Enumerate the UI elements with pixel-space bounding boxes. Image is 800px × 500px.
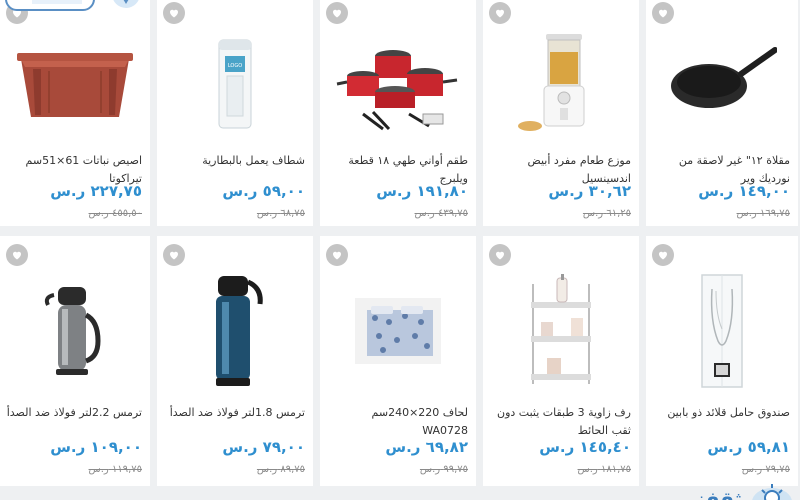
product-old-price: ٤٥٥,٥٠ ر.س	[88, 208, 142, 219]
product-image-cookware[interactable]	[320, 24, 476, 144]
product-grid: اصيص نباتات 61×51سم تيراكوتا ٢٢٧,٧٥ ر.س …	[0, 0, 800, 500]
product-old-price: ٤٣٩,٧٥ ر.س	[414, 208, 468, 219]
product-price: ٥٩,٨١ ر.س	[707, 438, 790, 456]
product-card[interactable]: رف زاوية 3 طبقات يثبت دون ثقب الحائط ١٤٥…	[483, 236, 639, 486]
wishlist-heart-icon[interactable]	[6, 244, 28, 266]
product-price: ١٤٥,٤٠ ر.س	[539, 438, 631, 456]
product-image-thermos-blue[interactable]	[157, 266, 313, 396]
wishlist-heart-icon[interactable]	[489, 244, 511, 266]
watermark-text: ثقفني	[677, 487, 742, 500]
wishlist-heart-icon[interactable]	[489, 2, 511, 24]
product-card[interactable]: صندوق حامل قلائد ذو بابين ٥٩,٨١ ر.س ٧٩,٧…	[646, 236, 798, 486]
wishlist-heart-icon[interactable]	[163, 2, 185, 24]
product-old-price: ٦٨,٧٥ ر.س	[256, 208, 305, 219]
product-card[interactable]: ترمس 2.2لتر فولاذ ضد الصدأ ١٠٩,٠٠ ر.س ١١…	[0, 236, 150, 486]
product-card[interactable]: اصيص نباتات 61×51سم تيراكوتا ٢٢٧,٧٥ ر.س …	[0, 0, 150, 226]
product-old-price: ٩٩,٧٥ ر.س	[419, 464, 468, 475]
product-old-price: ١٦٩,٧٥ ر.س	[736, 208, 790, 219]
watermark-logo-top	[2, 0, 152, 14]
product-price: ٧٩,٠٠ ر.س	[222, 438, 305, 456]
watermark-logo-bottom: ثقفني	[624, 480, 794, 500]
product-card[interactable]: مقلاة ١٢" غير لاصقة من نورديك وير ١٤٩,٠٠…	[646, 0, 798, 226]
product-price: ١٠٩,٠٠ ر.س	[50, 438, 142, 456]
wishlist-heart-icon[interactable]	[652, 2, 674, 24]
product-old-price: ٦١,٢٥ ر.س	[582, 208, 631, 219]
product-image-quilt[interactable]	[320, 266, 476, 396]
product-name[interactable]: ترمس 1.8لتر فولاذ ضد الصدأ	[163, 404, 305, 422]
svg-text:LOGO: LOGO	[228, 63, 242, 69]
product-card[interactable]: لحاف 220×240سم WA0728 ٦٩,٨٢ ر.س ٩٩,٧٥ ر.…	[320, 236, 476, 486]
lightbulb-icon	[761, 484, 783, 500]
wishlist-heart-icon[interactable]	[163, 244, 185, 266]
product-name[interactable]: لحاف 220×240سم WA0728	[326, 404, 468, 440]
product-price: ٣٠,٦٢ ر.س	[548, 182, 631, 200]
wishlist-heart-icon[interactable]	[652, 244, 674, 266]
product-name[interactable]: رف زاوية 3 طبقات يثبت دون ثقب الحائط	[489, 404, 631, 440]
product-card[interactable]: موزع طعام مفرد أبيض اندسينسيل ٣٠,٦٢ ر.س …	[483, 0, 639, 226]
product-price: ٢٢٧,٧٥ ر.س	[50, 182, 142, 200]
wishlist-heart-icon[interactable]	[326, 2, 348, 24]
product-image-corner-shelf[interactable]	[483, 266, 639, 396]
product-image-frying-pan[interactable]	[646, 24, 798, 144]
product-old-price: ٧٩,٧٥ ر.س	[741, 464, 790, 475]
product-image-thermos-steel[interactable]	[0, 266, 150, 396]
product-old-price: ٨٩,٧٥ ر.س	[256, 464, 305, 475]
product-price: ٦٩,٨٢ ر.س	[385, 438, 468, 456]
product-old-price: ١١٩,٧٥ ر.س	[88, 464, 142, 475]
product-price: ١٩١,٨٠ ر.س	[376, 182, 468, 200]
product-price: ٥٩,٠٠ ر.س	[222, 182, 305, 200]
product-card[interactable]: طقم أواني طهي ١٨ قطعة ويلبرج ١٩١,٨٠ ر.س …	[320, 0, 476, 226]
product-name[interactable]: صندوق حامل قلائد ذو بابين	[652, 404, 790, 422]
product-image-dispenser[interactable]	[483, 24, 639, 144]
product-price: ١٤٩,٠٠ ر.س	[698, 182, 790, 200]
product-image-bidet[interactable]: LOGO	[157, 24, 313, 144]
product-name[interactable]: شطاف يعمل بالبطارية	[163, 152, 305, 170]
product-card[interactable]: LOGO شطاف يعمل بالبطارية ٥٩,٠٠ ر.س ٦٨,٧٥…	[157, 0, 313, 226]
product-card[interactable]: ترمس 1.8لتر فولاذ ضد الصدأ ٧٩,٠٠ ر.س ٨٩,…	[157, 236, 313, 486]
product-image-planter[interactable]	[0, 24, 150, 144]
product-image-necklace-box[interactable]	[646, 266, 798, 396]
product-name[interactable]: ترمس 2.2لتر فولاذ ضد الصدأ	[6, 404, 142, 422]
product-old-price: ١٨١,٧٥ ر.س	[577, 464, 631, 475]
wishlist-heart-icon[interactable]	[326, 244, 348, 266]
